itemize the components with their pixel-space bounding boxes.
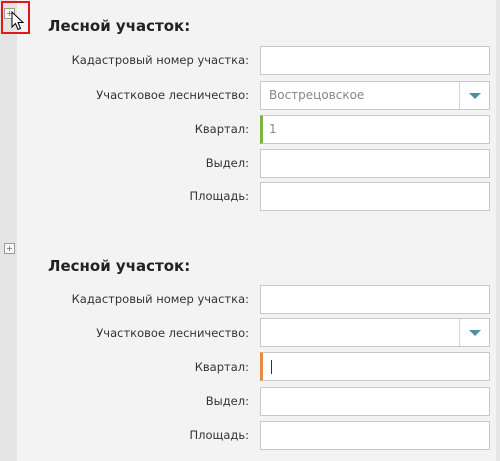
forestry-selected-value: Вострецовское [269, 88, 365, 102]
dropdown-arrow-icon[interactable] [459, 319, 489, 346]
section-title: Лесной участок: [48, 257, 191, 275]
forestry-label: Участковое лесничество: [96, 326, 249, 340]
forestry-label: Участковое лесничество: [96, 88, 249, 102]
dropdown-arrow-icon[interactable] [459, 82, 489, 109]
forestry-select[interactable] [260, 318, 490, 347]
expand-plus-icon[interactable] [4, 243, 15, 254]
mouse-pointer-icon [11, 11, 25, 31]
block-input[interactable] [260, 352, 490, 381]
block-label: Квартал: [194, 360, 249, 374]
area-label: Площадь: [189, 428, 249, 442]
block-label: Квартал: [194, 122, 249, 136]
section-title: Лесной участок: [48, 17, 191, 35]
compartment-label: Выдел: [205, 394, 249, 408]
area-input[interactable] [260, 182, 490, 211]
area-label: Площадь: [189, 189, 249, 203]
area-input[interactable] [260, 421, 490, 450]
cadastral-number-input[interactable] [260, 46, 490, 75]
compartment-input[interactable] [260, 149, 490, 178]
scrollbar-track[interactable] [496, 0, 500, 461]
compartment-input[interactable] [260, 387, 490, 416]
text-caret [271, 360, 272, 374]
block-input[interactable]: 1 [260, 115, 490, 144]
forestry-select[interactable]: Вострецовское [260, 81, 490, 110]
cadastral-number-input[interactable] [260, 285, 490, 314]
left-gutter [0, 0, 17, 461]
cadastral-label: Кадастровый номер участка: [71, 53, 249, 67]
compartment-label: Выдел: [205, 156, 249, 170]
cadastral-label: Кадастровый номер участка: [71, 292, 249, 306]
